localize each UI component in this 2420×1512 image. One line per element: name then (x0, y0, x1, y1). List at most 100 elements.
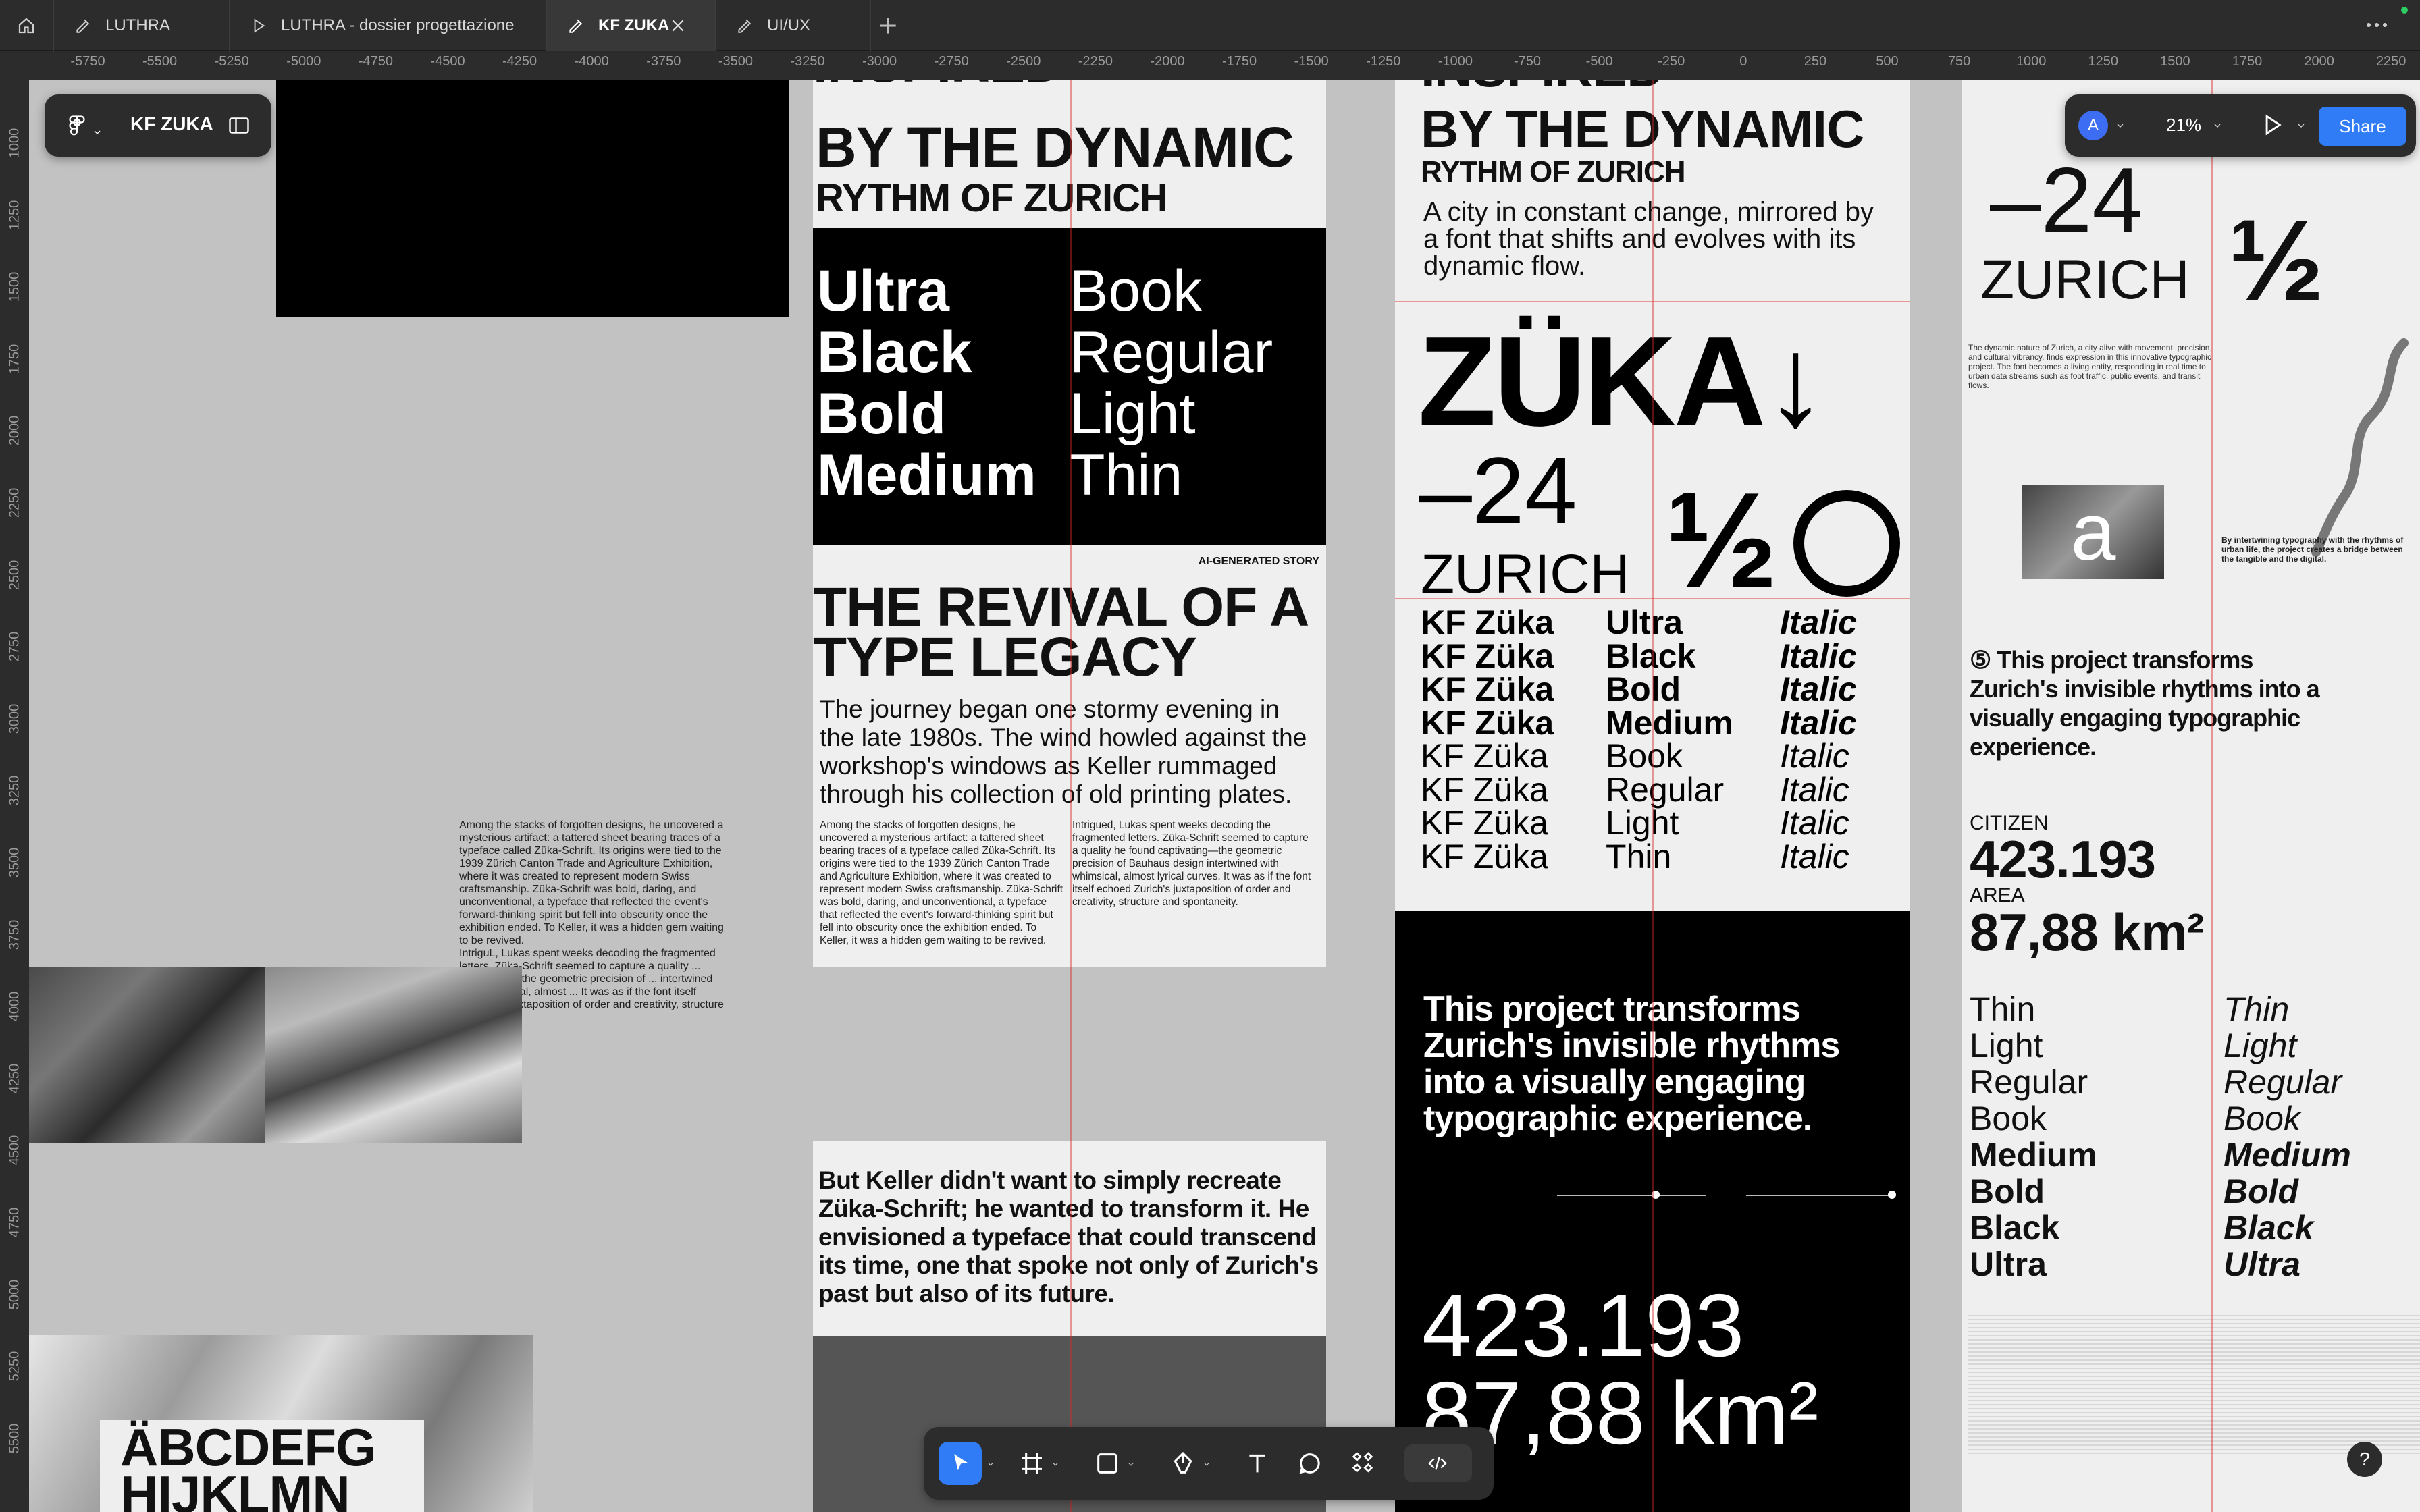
file-panel[interactable]: KF ZUKA (45, 94, 271, 157)
design-file-icon (569, 19, 583, 33)
ruler-tick-label: 250 (1804, 54, 1827, 69)
chevron-down-icon (94, 130, 101, 134)
ruler-tick-label: 1250 (7, 200, 22, 230)
ruler-tick-label: 2500 (7, 560, 22, 590)
user-avatar[interactable]: A (2078, 111, 2108, 140)
home-button[interactable] (0, 0, 54, 51)
ruler-tick-label: -4750 (358, 54, 393, 69)
ruler-tick-label: 3500 (7, 847, 22, 878)
slider-thumb-2[interactable] (1888, 1191, 1896, 1199)
figma-logo-icon (69, 115, 85, 136)
weight-specimen: Bold (1970, 1172, 2045, 1210)
specimen-weight: Black (1606, 637, 1696, 675)
specimen-italic: Italic (1780, 603, 1857, 641)
zoom-level[interactable]: 21% (2166, 115, 2201, 136)
figma-menu-button[interactable] (65, 113, 103, 141)
comment-tool-icon[interactable] (1296, 1450, 1323, 1477)
more-menu-button[interactable] (2363, 15, 2390, 38)
frame-story-left[interactable]: Among the stacks of forgotten designs, h… (29, 80, 795, 1512)
tab-luthra[interactable]: LUTHRA (54, 0, 230, 51)
heading-line-2: RYTHM OF ZURICH (1421, 155, 1686, 188)
ruler-tick-label: 1500 (7, 271, 22, 302)
poster-statement: This project transforms Zurich's invisib… (1423, 990, 1840, 1138)
revival-lead: The journey began one stormy evening in … (820, 695, 1307, 808)
right-toolbar[interactable]: A 21% Share (2065, 94, 2416, 157)
specimen-italic: Italic (1780, 670, 1857, 708)
code-icon (1428, 1457, 1447, 1470)
chevron-down-icon[interactable] (1126, 1459, 1136, 1469)
minus-24: –24 (1419, 437, 1577, 543)
circle-glyph (1793, 490, 1900, 597)
new-tab-button[interactable] (874, 12, 901, 43)
frame-right[interactable]: –24 ZURICH ½ The dynamic nature of Zuric… (1962, 80, 2420, 1512)
status-dot (2401, 7, 2408, 14)
revival-col-2: Intrigued, Lukas spent weeks decoding th… (1072, 819, 1311, 908)
ruler-tick-label: -2750 (934, 54, 969, 69)
title-bar: LUTHRA LUTHRA - dossier progettazione KF… (0, 0, 2420, 51)
slider-track-1[interactable] (1557, 1195, 1706, 1196)
ruler-tick-label: 4750 (7, 1207, 22, 1238)
pen-tool-icon[interactable] (1169, 1450, 1196, 1477)
right-half: ½ (2228, 196, 2324, 325)
frame-story-main[interactable]: INSPIRED BY THE DYNAMIC RYTHM OF ZURICH … (813, 80, 1326, 1512)
rectangle-tool-icon[interactable] (1094, 1450, 1121, 1477)
tab-label: LUTHRA - dossier progettazione (281, 16, 515, 34)
weight-specimen-italic: Regular (2224, 1063, 2342, 1101)
toggle-sidebar-button[interactable] (227, 113, 251, 141)
poster-card: ÄBCDEFG HIJKLMN (100, 1418, 424, 1512)
zuka-title: ZÜKA↓ (1418, 310, 1828, 453)
specimen-name: KF Züka (1421, 737, 1548, 775)
specimen-italic: Italic (1780, 804, 1849, 842)
story-body-panel: AI-GENERATED STORY THE REVIVAL OF A TYPE… (813, 545, 1326, 967)
components-icon[interactable] (1349, 1450, 1376, 1477)
tab-luthra-dossier[interactable]: LUTHRA - dossier progettazione (230, 0, 547, 51)
ruler-tick-label: 4000 (7, 991, 22, 1022)
weight-name: Bold (817, 381, 947, 446)
tab-ui-ux[interactable]: UI/UX (716, 0, 871, 51)
guide-vertical (2211, 80, 2213, 1512)
photo-keller-2 (265, 967, 522, 1143)
ruler-tick-label: 5250 (7, 1351, 22, 1382)
ruler-tick-label: 5000 (7, 1279, 22, 1310)
ruler-tick-label: -1500 (1294, 54, 1329, 69)
file-name[interactable]: KF ZUKA (130, 113, 213, 135)
dev-mode-button[interactable] (1404, 1444, 1472, 1482)
share-button[interactable]: Share (2319, 107, 2406, 146)
chevron-down-icon[interactable] (1051, 1459, 1060, 1469)
chevron-down-icon[interactable] (2296, 120, 2307, 131)
help-button[interactable]: ? (2347, 1442, 2382, 1477)
black-image-placeholder (276, 80, 789, 317)
ruler-tick-label: 750 (1947, 54, 1971, 69)
ruler-tick-label: 2750 (7, 631, 22, 662)
ruler-tick-label: 1500 (2160, 54, 2190, 69)
text-tool-icon[interactable] (1244, 1450, 1271, 1477)
present-button[interactable] (2259, 112, 2285, 141)
ruler-tick-label: -4000 (574, 54, 609, 69)
ruler-tick-label: -250 (1658, 54, 1685, 69)
guide-horizontal (1395, 301, 1910, 302)
close-icon[interactable] (669, 17, 687, 34)
weight-specimen: Light (1970, 1027, 2043, 1064)
specimen-name: KF Züka (1421, 670, 1554, 708)
chevron-down-icon[interactable] (986, 1459, 995, 1469)
ruler-tick-label: -5500 (142, 54, 178, 69)
ruler-tick-label: 4250 (7, 1063, 22, 1094)
bottom-toolbar[interactable] (924, 1427, 1494, 1500)
ruler-tick-label: -750 (1513, 54, 1542, 69)
specimen-name: KF Züka (1421, 837, 1548, 875)
ruler-tick-label: -5250 (214, 54, 249, 69)
poster-line-2: HIJKLMN (120, 1465, 350, 1512)
tab-kf-zuka[interactable]: KF ZUKA (547, 0, 716, 51)
design-file-icon (738, 19, 752, 33)
specimen-italic: Italic (1780, 703, 1857, 742)
weight-specimen: Medium (1970, 1136, 2097, 1174)
move-tool-button[interactable] (939, 1442, 982, 1485)
ruler-tick-label: 2000 (7, 416, 22, 446)
chevron-down-icon[interactable] (2212, 120, 2223, 131)
ruler-tick-label: 1000 (2016, 54, 2047, 69)
chevron-down-icon[interactable] (2115, 120, 2126, 131)
frame-tool-icon[interactable] (1018, 1450, 1045, 1477)
slider-track-2[interactable] (1746, 1195, 1895, 1196)
weight-specimen: Thin (1970, 990, 2036, 1028)
chevron-down-icon[interactable] (1202, 1459, 1211, 1469)
